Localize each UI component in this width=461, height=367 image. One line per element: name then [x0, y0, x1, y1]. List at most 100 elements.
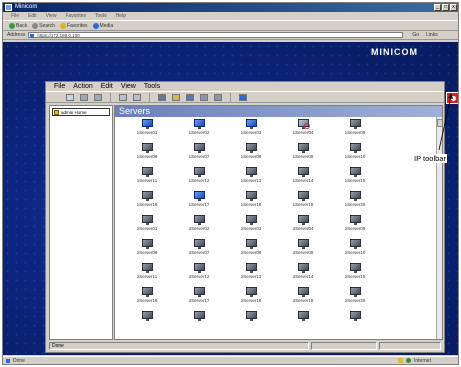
server-item[interactable]: 1Server14	[281, 167, 325, 191]
server-item[interactable]: 2Server08	[229, 239, 273, 263]
user-icon[interactable]	[186, 93, 194, 101]
menu-favorites[interactable]: Favorites	[65, 12, 86, 20]
server-item[interactable]: 2Server06	[125, 239, 169, 263]
go-button[interactable]: Go	[412, 32, 419, 38]
server-item[interactable]: 1Server02	[177, 119, 221, 143]
server-item[interactable]: 2Server14	[281, 263, 325, 287]
server-monitor-icon	[193, 263, 205, 273]
app-menu-view[interactable]: View	[121, 82, 136, 91]
log-icon[interactable]	[214, 93, 222, 101]
server-item[interactable]: 1Server18	[229, 191, 273, 215]
server-item[interactable]: 1Server12	[177, 167, 221, 191]
server-item[interactable]: 1Server15	[333, 167, 377, 191]
server-item[interactable]: 2Server15	[333, 263, 377, 287]
lock-icon	[398, 358, 403, 363]
favorites-button[interactable]: Favorites	[59, 22, 88, 29]
server-item[interactable]: 2Server18	[229, 287, 273, 311]
search-button[interactable]: Search	[32, 22, 55, 29]
save-icon[interactable]	[239, 93, 247, 101]
app-toolbar	[46, 91, 444, 103]
server-item[interactable]: 1Server04	[281, 119, 325, 143]
server-item[interactable]	[333, 311, 377, 335]
monitor-screen	[193, 167, 205, 175]
favorites-star-icon	[59, 22, 66, 29]
server-item[interactable]: 2Server13	[229, 263, 273, 287]
menu-edit[interactable]: Edit	[28, 12, 37, 20]
server-item[interactable]: 2Server05	[333, 215, 377, 239]
app-menu-tools[interactable]: Tools	[144, 82, 160, 91]
app-menu-edit[interactable]: Edit	[101, 82, 113, 91]
server-icon[interactable]	[158, 93, 166, 101]
server-item[interactable]: 1Server09	[281, 143, 325, 167]
server-item[interactable]: 1Server03	[229, 119, 273, 143]
server-item[interactable]: 1Server13	[229, 167, 273, 191]
server-label: 2Server04	[292, 226, 314, 231]
server-item[interactable]: 1Server06	[125, 143, 169, 167]
remote-desktop[interactable]: MINICOM File Action Edit View Tools admi…	[3, 42, 458, 355]
minimize-button[interactable]: _	[434, 4, 441, 11]
view-icon[interactable]	[80, 93, 88, 101]
server-item[interactable]: 1Server01	[125, 119, 169, 143]
menu-tools[interactable]: Tools	[95, 12, 107, 20]
server-item[interactable]: 2Server16	[125, 287, 169, 311]
settings-icon[interactable]	[200, 93, 208, 101]
monitor-screen	[141, 191, 153, 199]
navigation-tree: admin Home	[49, 105, 113, 340]
server-item[interactable]: 2Server10	[333, 239, 377, 263]
server-monitor-icon	[245, 167, 257, 177]
connect-icon[interactable]	[119, 93, 127, 101]
vertical-scrollbar[interactable]	[436, 117, 442, 339]
server-item[interactable]	[177, 311, 221, 335]
menu-file[interactable]: File	[11, 12, 19, 20]
properties-icon[interactable]	[94, 93, 102, 101]
browser-app-icon	[5, 4, 12, 11]
server-item[interactable]	[281, 311, 325, 335]
server-label: 2Server03	[240, 226, 262, 231]
server-item[interactable]	[125, 311, 169, 335]
server-label: 1Server17	[188, 202, 210, 207]
media-button[interactable]: Media	[92, 22, 113, 29]
monitor-screen	[141, 311, 153, 319]
menu-help[interactable]: Help	[116, 12, 126, 20]
server-item[interactable]: 2Server07	[177, 239, 221, 263]
tree-item-home[interactable]: admin Home	[52, 108, 110, 116]
monitor-screen	[141, 287, 153, 295]
maximize-button[interactable]: □	[442, 4, 449, 11]
folder-icon[interactable]	[172, 93, 180, 101]
ip-toolbar-icon[interactable]	[446, 92, 458, 104]
server-item[interactable]: 1Server19	[281, 191, 325, 215]
tree-icon[interactable]	[133, 93, 141, 101]
server-item[interactable]: 2Server19	[281, 287, 325, 311]
address-input[interactable]: https://172.168.0.100	[28, 32, 404, 38]
server-item[interactable]: 2Server17	[177, 287, 221, 311]
app-menu-file[interactable]: File	[54, 82, 65, 91]
links-button[interactable]: Links	[426, 32, 438, 38]
app-menu-action[interactable]: Action	[73, 82, 92, 91]
server-label: 2Server14	[292, 274, 314, 279]
server-item[interactable]: 1Server07	[177, 143, 221, 167]
server-monitor-icon	[141, 191, 153, 201]
server-item[interactable]: 2Server02	[177, 215, 221, 239]
back-button[interactable]: Back	[9, 22, 27, 29]
server-item[interactable]: 1Server10	[333, 143, 377, 167]
server-item[interactable]: 2Server01	[125, 215, 169, 239]
monitor-stand	[249, 175, 253, 177]
server-item[interactable]: 1Server16	[125, 191, 169, 215]
server-item[interactable]: 1Server17	[177, 191, 221, 215]
server-item[interactable]: 1Server20	[333, 191, 377, 215]
server-item[interactable]: 2Server09	[281, 239, 325, 263]
server-item[interactable]: 2Server20	[333, 287, 377, 311]
server-item[interactable]: 2Server04	[281, 215, 325, 239]
menu-view[interactable]: View	[46, 12, 57, 20]
server-item[interactable]: 1Server11	[125, 167, 169, 191]
server-item[interactable]: 1Server05	[333, 119, 377, 143]
server-item[interactable]: 2Server12	[177, 263, 221, 287]
close-button[interactable]: x	[450, 4, 457, 11]
address-bar: Address https://172.168.0.100 Go Links	[3, 31, 458, 40]
server-item[interactable]: 1Server08	[229, 143, 273, 167]
app-status-segment	[379, 342, 441, 350]
server-item[interactable]: 2Server03	[229, 215, 273, 239]
server-item[interactable]: 2Server11	[125, 263, 169, 287]
server-item[interactable]	[229, 311, 273, 335]
up-folder-icon[interactable]	[66, 93, 74, 101]
